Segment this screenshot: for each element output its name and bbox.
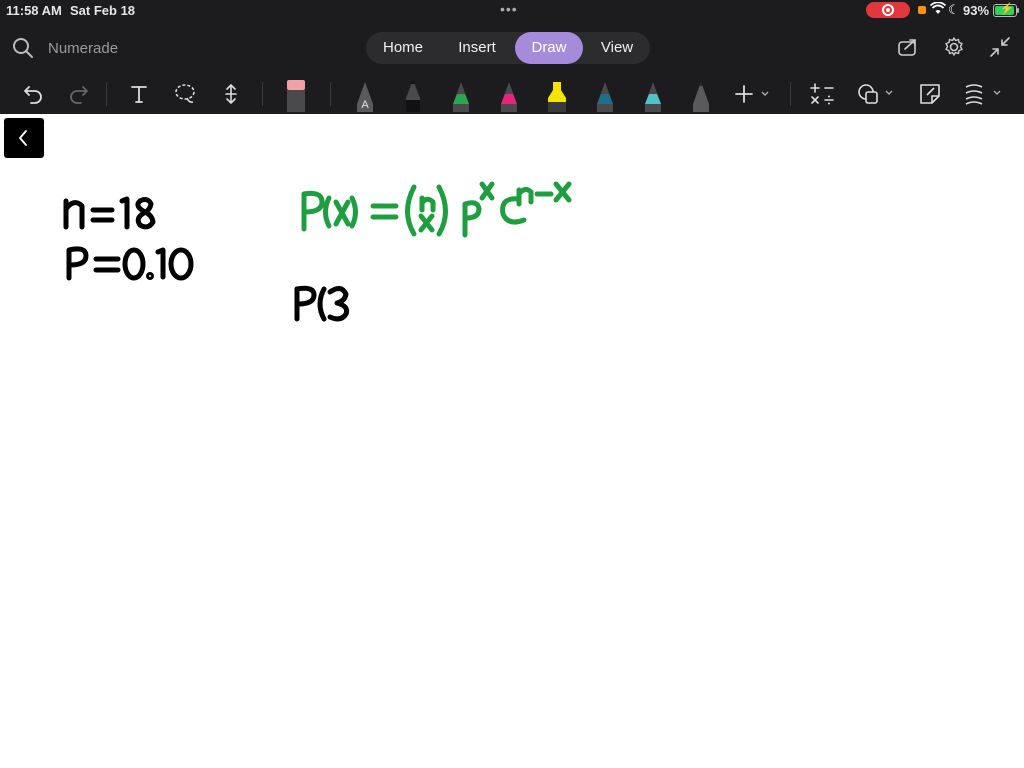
status-time: 11:58 AM: [6, 3, 62, 18]
lasso-icon[interactable]: [172, 76, 198, 112]
sticky-note-icon[interactable]: [916, 76, 944, 112]
gear-icon[interactable]: [942, 35, 966, 59]
multitasking-dots-icon[interactable]: •••: [500, 1, 518, 17]
pen-icon[interactable]: [400, 76, 426, 112]
toolbar-divider: [262, 82, 263, 106]
toolbar-divider: [790, 82, 791, 106]
ruler-icon[interactable]: [962, 76, 1006, 112]
add-pen-icon[interactable]: [732, 76, 772, 112]
svg-text:A: A: [361, 99, 369, 111]
tab-view[interactable]: View: [586, 32, 648, 64]
pen-icon[interactable]: [640, 76, 666, 112]
mic-indicator-icon: [918, 6, 926, 14]
pen-icon[interactable]: A: [352, 76, 378, 112]
share-icon[interactable]: [896, 35, 920, 59]
math-icon[interactable]: [808, 76, 836, 112]
insert-space-icon[interactable]: [218, 76, 244, 112]
pen-icon[interactable]: [688, 76, 714, 112]
top-toolbar: 11:58 AM Sat Feb 18 ••• ☾ 93% ⚡ Home Ins…: [0, 0, 1024, 114]
ink-binomial-formula: [301, 181, 572, 238]
ribbon-tabs: Home Insert Draw View: [366, 32, 650, 64]
screen-recording-icon[interactable]: [866, 2, 910, 18]
pen-icon[interactable]: [592, 76, 618, 112]
collapse-icon[interactable]: [988, 35, 1012, 59]
battery-tip: [1017, 8, 1019, 13]
drawing-canvas[interactable]: [0, 114, 1024, 768]
status-bar: 11:58 AM Sat Feb 18 ••• ☾ 93% ⚡: [0, 0, 1024, 20]
toolbar-divider: [106, 82, 107, 106]
undo-icon[interactable]: [20, 76, 46, 112]
eraser-icon[interactable]: [282, 76, 310, 112]
search-input[interactable]: [48, 39, 188, 57]
tab-insert[interactable]: Insert: [442, 32, 512, 64]
tab-draw[interactable]: Draw: [515, 32, 583, 64]
ink-n-equals-18: [63, 196, 156, 230]
ink-p-equals-010: [66, 246, 194, 281]
text-tool-icon[interactable]: [126, 76, 152, 112]
ink-partial-p-3: [294, 285, 350, 322]
battery-percent: 93%: [963, 3, 990, 18]
search-icon[interactable]: [12, 37, 34, 59]
wifi-icon: [929, 1, 947, 18]
redo-icon[interactable]: [66, 76, 92, 112]
status-date: Sat Feb 18: [70, 3, 136, 18]
shapes-icon[interactable]: [856, 76, 896, 112]
toolbar-divider: [330, 82, 331, 106]
battery-icon: ⚡: [993, 3, 1017, 17]
pen-icon[interactable]: [496, 76, 522, 112]
highlighter-icon[interactable]: [542, 76, 572, 112]
tab-home[interactable]: Home: [370, 32, 436, 64]
pen-icon[interactable]: [448, 76, 474, 112]
do-not-disturb-icon: ☾: [948, 2, 960, 17]
